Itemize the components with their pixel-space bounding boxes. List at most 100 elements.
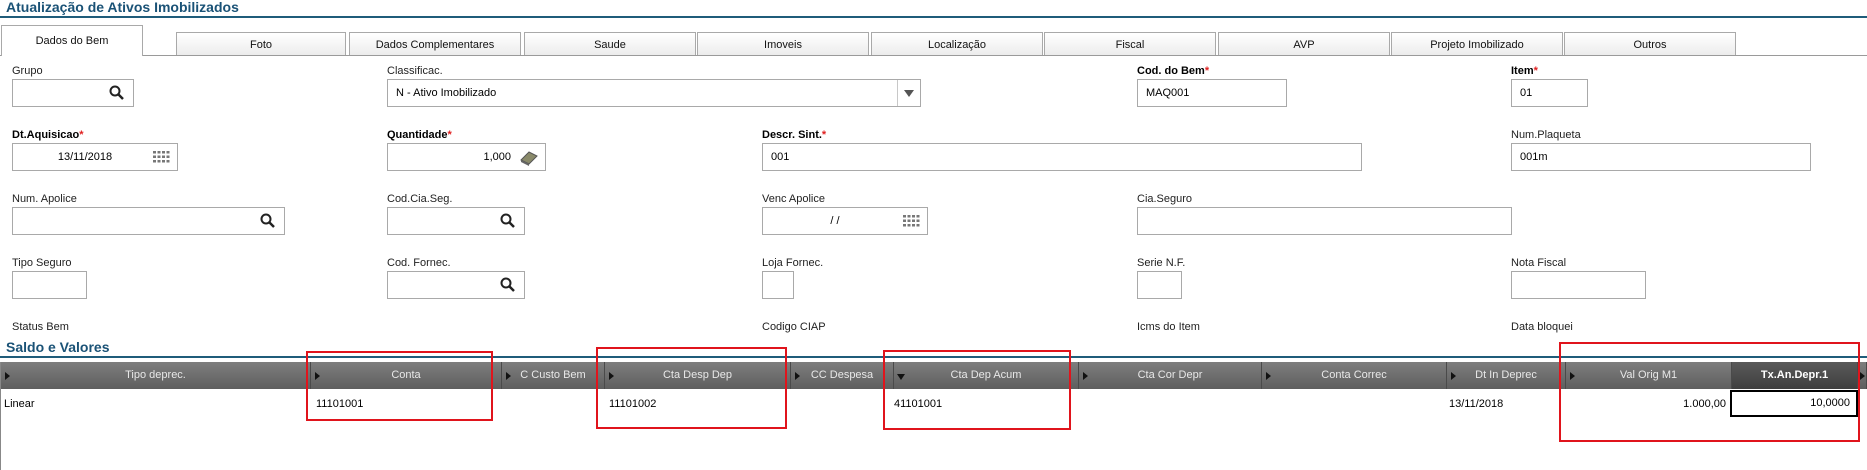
column-arrow-icon [1451,372,1456,380]
tab-saude[interactable]: Saude [524,32,696,55]
calendar-icon[interactable] [151,148,171,166]
tipo-seguro-field[interactable] [12,271,87,299]
tab-label: Outros [1633,39,1667,51]
loja-fornec-field[interactable] [762,271,794,299]
serie-nf-field[interactable] [1137,271,1182,299]
num-plaqueta-field[interactable]: 001m [1511,143,1811,171]
tab-label: Fiscal [1115,39,1145,51]
status-bem-label: Status Bem [12,321,69,333]
tab-label: Dados Complementares [375,39,495,51]
cell-tx-an-depr1[interactable]: 10,0000 [1730,390,1858,417]
num-apolice-field[interactable] [12,207,285,235]
col-conta-correc[interactable]: Conta Correc [1262,362,1447,389]
venc-apolice-label: Venc Apolice [762,193,825,205]
cia-seguro-field[interactable] [1137,207,1512,235]
column-label: Val Orig M1 [1619,369,1678,381]
column-arrow-icon [609,372,614,380]
nota-fiscal-field[interactable] [1511,271,1646,299]
col-cta-cor-depr[interactable]: Cta Cor Depr [1079,362,1262,389]
tab-localizacao[interactable]: Localização [871,32,1043,55]
tab-outros[interactable]: Outros [1564,32,1736,55]
classificac-select[interactable]: N - Ativo Imobilizado [387,79,921,107]
dt-aquisicao-label: Dt.Aquisicao* [12,129,84,141]
tab-fiscal[interactable]: Fiscal [1044,32,1216,55]
calendar-icon[interactable] [901,212,921,230]
num-apolice-label: Num. Apolice [12,193,77,205]
cell-val-orig-m1[interactable]: 1.000,00 [1566,392,1726,416]
saldo-divider [0,356,1867,358]
column-label: Dt In Deprec [1475,369,1537,381]
col-c-custo-bem[interactable]: C Custo Bem [502,362,605,389]
column-arrow-icon [506,372,511,380]
column-label: Cta Desp Dep [662,369,733,381]
col-cta-dep-acum[interactable]: Cta Dep Acum [894,362,1079,389]
calculator-icon[interactable] [519,148,539,166]
venc-apolice-field[interactable]: / / [762,207,928,235]
window-title: Atualização de Ativos Imobilizados [6,0,239,15]
col-conta[interactable]: Conta [311,362,502,389]
col-tipo-deprec[interactable]: Tipo deprec. [1,362,311,389]
column-label: Cta Cor Depr [1137,369,1203,381]
column-arrow-icon [795,372,800,380]
col-cta-desp-dep[interactable]: Cta Desp Dep [605,362,791,389]
tipo-seguro-label: Tipo Seguro [12,257,72,269]
col-cc-despesa[interactable]: CC Despesa [791,362,894,389]
descr-sint-label: Descr. Sint.* [762,129,826,141]
tab-label: Saude [594,39,626,51]
search-icon[interactable] [498,212,518,230]
col-dt-in-deprec[interactable]: Dt In Deprec [1447,362,1566,389]
cod-bem-field[interactable]: MAQ001 [1137,79,1287,107]
cod-cia-seg-field[interactable] [387,207,525,235]
chevron-down-icon[interactable] [897,80,920,106]
cell-cta-desp-dep[interactable]: 11101002 [609,392,656,416]
tab-imoveis[interactable]: Imoveis [697,32,869,55]
tab-bar: Dados do Bem Foto Dados Complementares S… [0,25,1867,56]
descr-sint-label-text: Descr. Sint. [762,129,822,141]
cod-bem-value: MAQ001 [1146,87,1190,99]
cell-conta[interactable]: 11101001 [316,392,363,416]
cell-dt-in-deprec[interactable]: 13/11/2018 [1449,392,1503,416]
col-val-orig-m1[interactable]: Val Orig M1 [1566,362,1732,389]
item-field[interactable]: 01 [1511,79,1588,107]
codigo-ciap-label: Codigo CIAP [762,321,826,333]
cod-cia-seg-label: Cod.Cia.Seg. [387,193,453,205]
column-label: Conta [391,369,421,381]
icms-item-label: Icms do Item [1137,321,1200,333]
tab-label: AVP [1293,39,1315,51]
column-label: Tipo deprec. [125,369,186,381]
col-tx-an-depr1[interactable]: Tx.An.Depr.1 [1732,362,1858,389]
cod-fornec-field[interactable] [387,271,525,299]
tab-label: Localização [927,39,987,51]
tab-dados-do-bem[interactable]: Dados do Bem [1,25,143,56]
cia-seguro-label: Cia.Seguro [1137,193,1193,205]
chevron-right-icon [1860,372,1865,380]
column-label: C Custo Bem [520,369,586,381]
search-icon[interactable] [498,276,518,294]
tab-foto[interactable]: Foto [176,32,346,55]
tab-projeto-imobilizado[interactable]: Projeto Imobilizado [1391,32,1563,55]
tab-avp[interactable]: AVP [1218,32,1390,55]
grupo-field[interactable] [12,79,134,107]
descr-sint-field[interactable]: 001 [762,143,1362,171]
search-icon[interactable] [258,212,278,230]
num-plaqueta-value: 001m [1520,151,1548,163]
search-icon[interactable] [107,84,127,102]
loja-fornec-label: Loja Fornec. [762,257,824,269]
cell-tipo-deprec[interactable]: Linear [4,392,35,416]
quantidade-value: 1,000 [483,151,511,163]
dt-aquisicao-field[interactable]: 13/11/2018 [12,143,178,171]
tabs-baseline [0,55,1867,56]
item-label-text: Item [1511,65,1534,77]
required-mark: * [821,129,827,141]
quantidade-field[interactable]: 1,000 [387,143,546,171]
required-mark: * [1533,65,1538,77]
grupo-label: Grupo [12,65,43,77]
required-mark: * [79,129,84,141]
cell-cta-dep-acum[interactable]: 41101001 [894,392,942,416]
tab-label: Projeto Imobilizado [1430,39,1524,51]
scroll-right-handle[interactable] [1858,362,1867,389]
nota-fiscal-label: Nota Fiscal [1511,257,1567,269]
serie-nf-label: Serie N.F. [1137,257,1186,269]
column-arrow-icon [1570,372,1575,380]
tab-dados-complementares[interactable]: Dados Complementares [349,32,521,55]
